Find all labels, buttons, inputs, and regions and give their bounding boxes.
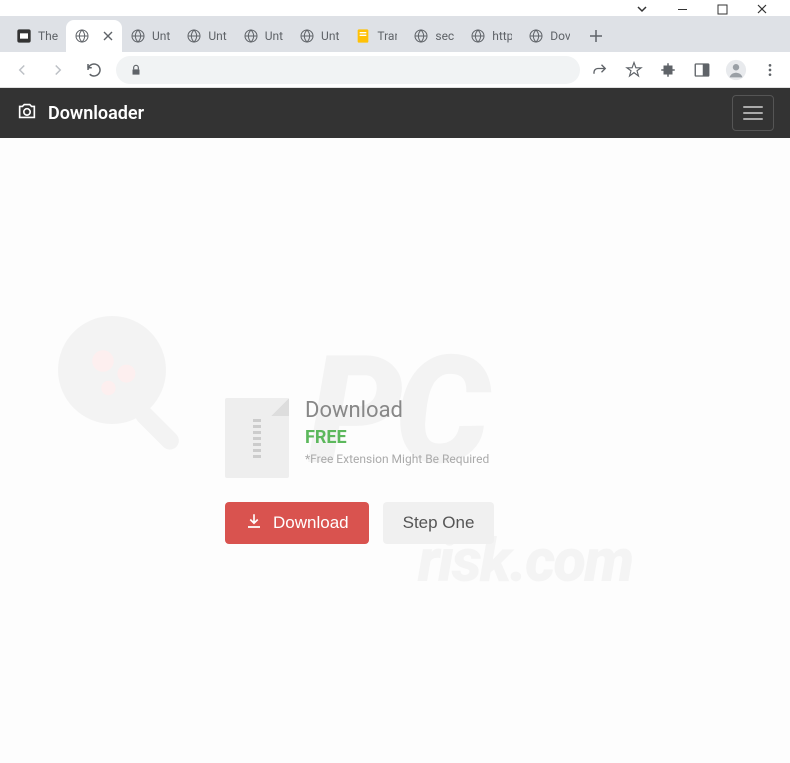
tab-strip: The Unt Unt Unt Unt Trar sec http Dov: [0, 16, 790, 52]
step-one-button[interactable]: Step One: [383, 502, 495, 544]
tab-title: sec: [435, 29, 454, 43]
camera-icon: [16, 100, 38, 127]
globe-icon: [299, 28, 315, 44]
bookmark-icon[interactable]: [622, 58, 646, 82]
tab-title: Trar: [377, 29, 397, 43]
tab-close-icon[interactable]: [102, 30, 114, 42]
menu-icon[interactable]: [758, 58, 782, 82]
share-icon[interactable]: [588, 58, 612, 82]
app-brand: Downloader: [16, 100, 144, 127]
window-controls: [0, 0, 790, 16]
browser-tab[interactable]: Trar: [347, 20, 405, 52]
globe-icon: [528, 28, 544, 44]
minimize-icon[interactable]: [676, 3, 688, 15]
download-card: Download FREE *Free Extension Might Be R…: [225, 398, 565, 544]
brand-text: Downloader: [48, 103, 144, 124]
reload-button[interactable]: [80, 56, 108, 84]
extension-note: *Free Extension Might Be Required: [305, 452, 489, 466]
globe-icon: [74, 28, 90, 44]
close-icon[interactable]: [756, 3, 768, 15]
download-button[interactable]: Download: [225, 502, 369, 544]
browser-tab[interactable]: Unt: [122, 20, 178, 52]
globe-icon: [470, 28, 486, 44]
tab-title: Unt: [321, 29, 339, 43]
download-icon: [245, 512, 263, 535]
globe-icon: [243, 28, 259, 44]
browser-tab[interactable]: Unt: [178, 20, 234, 52]
address-bar[interactable]: [116, 56, 580, 84]
app-icon: [16, 28, 32, 44]
globe-icon: [186, 28, 202, 44]
tab-title: Dov: [550, 29, 570, 43]
globe-icon: [130, 28, 146, 44]
browser-tab[interactable]: Unt: [235, 20, 291, 52]
free-label: FREE: [305, 427, 489, 448]
side-panel-icon[interactable]: [690, 58, 714, 82]
tab-title: The: [38, 29, 58, 43]
hamburger-menu[interactable]: [732, 95, 774, 131]
browser-tab[interactable]: [66, 20, 122, 52]
file-zip-icon: [225, 398, 289, 478]
tab-title: Unt: [208, 29, 226, 43]
tab-title: Unt: [265, 29, 283, 43]
doc-icon: [355, 28, 371, 44]
browser-tab[interactable]: Dov: [520, 20, 578, 52]
lock-icon: [128, 62, 144, 78]
profile-icon[interactable]: [724, 58, 748, 82]
browser-tab[interactable]: http: [462, 20, 520, 52]
browser-tab[interactable]: Unt: [291, 20, 347, 52]
tab-title: http: [492, 29, 512, 43]
forward-button[interactable]: [44, 56, 72, 84]
browser-toolbar: [0, 52, 790, 88]
extensions-icon[interactable]: [656, 58, 680, 82]
download-title: Download: [305, 398, 489, 423]
browser-tab[interactable]: sec: [405, 20, 462, 52]
chevron-down-icon[interactable]: [636, 3, 648, 15]
app-header: Downloader: [0, 88, 790, 138]
maximize-icon[interactable]: [716, 3, 728, 15]
globe-icon: [413, 28, 429, 44]
tab-title: Unt: [152, 29, 170, 43]
browser-tab[interactable]: The: [8, 20, 66, 52]
new-tab-button[interactable]: [582, 22, 610, 50]
back-button[interactable]: [8, 56, 36, 84]
page-content: PC risk.com Download FREE *Free Extensio…: [0, 138, 790, 763]
